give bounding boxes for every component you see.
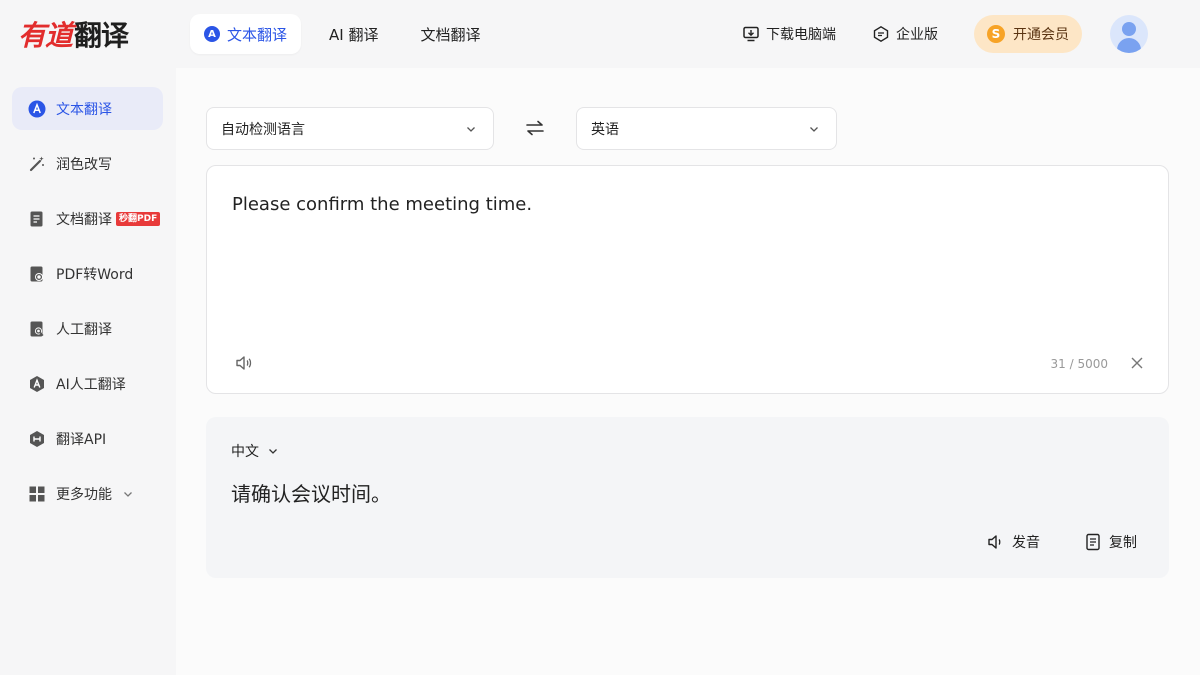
chevron-down-icon [467, 126, 475, 132]
tab-label: 文本翻译 [227, 25, 288, 44]
avatar-body-shape [1117, 38, 1141, 53]
sidebar-item-label: PDF转Word [56, 266, 134, 283]
tab-label: AI 翻译 [329, 25, 379, 44]
download-monitor-icon [743, 26, 759, 42]
vip-coin-icon: S [987, 25, 1005, 43]
source-language-select[interactable]: 自动检测语言 [206, 107, 494, 150]
pronounce-label: 发音 [1012, 535, 1040, 551]
copy-label: 复制 [1109, 535, 1137, 551]
tab-ai-translate[interactable]: AI 翻译 [315, 14, 392, 54]
sidebar-item-doc-translate[interactable]: 文档翻译 秒翻PDF [12, 197, 163, 240]
sidebar-item-label: 人工翻译 [56, 321, 112, 338]
target-language-value: 英语 [591, 121, 619, 138]
character-count: 31 / 5000 [1050, 357, 1108, 371]
speaker-icon[interactable] [235, 354, 253, 372]
tab-text-translate[interactable]: A 文本翻译 [190, 14, 302, 54]
translate-a-icon: A [204, 26, 220, 42]
sidebar-item-translate-api[interactable]: 翻译API [12, 417, 163, 460]
main-content: 自动检测语言 英语 Please confirm the meeting tim… [176, 68, 1200, 675]
youdao-logo[interactable]: 有道 翻译 [18, 14, 129, 54]
sidebar-item-label: 翻译API [56, 431, 107, 448]
sidebar-item-polish[interactable]: 润色改写 [12, 142, 163, 185]
sidebar-item-label: 文档翻译 [56, 211, 112, 228]
speaker-icon [988, 535, 1001, 549]
top-tabs: A 文本翻译 AI 翻译 文档翻译 [190, 14, 509, 54]
chevron-down-icon [269, 449, 277, 454]
chevron-down-icon [810, 126, 818, 132]
logo-brand-part: 有道 [18, 19, 73, 52]
translated-text: 请确认会议时间。 [231, 482, 391, 506]
sidebar-item-human-translate[interactable]: 人工翻译 [12, 307, 163, 350]
source-text-area[interactable]: Please confirm the meeting time. 31 / 50… [206, 165, 1169, 394]
translate-a-icon [28, 100, 46, 117]
copy-button[interactable]: 复制 [1084, 532, 1137, 552]
translation-result-panel: 中文 请确认会议时间。 发音 复制 [206, 417, 1169, 578]
enterprise-label: 企业版 [896, 27, 938, 43]
vip-label: 开通会员 [1013, 27, 1069, 43]
grid-icon [29, 486, 45, 501]
sidebar-item-label: 润色改写 [56, 156, 112, 173]
api-icon [30, 430, 44, 447]
sidebar-item-text-translate[interactable]: 文本翻译 [12, 87, 163, 130]
enterprise-icon [873, 25, 889, 43]
header-actions: 下载电脑端 企业版 S 开通会员 [742, 14, 1148, 54]
top-header: 有道 翻译 A 文本翻译 AI 翻译 文档翻译 下载电脑端 企业版 S 开通会员 [0, 0, 1200, 68]
output-language-value: 中文 [231, 444, 259, 460]
swap-languages-icon[interactable] [524, 117, 546, 139]
close-icon[interactable] [1130, 356, 1144, 370]
sidebar-item-label: AI人工翻译 [56, 376, 126, 393]
sidebar-item-pdf-to-word[interactable]: PDF转Word [12, 252, 163, 295]
pronounce-button[interactable]: 发音 [987, 532, 1040, 552]
target-language-select[interactable]: 英语 [576, 107, 837, 150]
document-icon [30, 211, 43, 226]
avatar-head-shape [1122, 22, 1136, 36]
logo-product-part: 翻译 [74, 19, 129, 52]
ai-translate-icon [30, 375, 44, 392]
output-language-select[interactable]: 中文 [231, 441, 279, 461]
copy-document-icon [1086, 533, 1100, 551]
human-translate-icon [30, 321, 44, 336]
download-desktop-link[interactable]: 下载电脑端 [742, 24, 836, 44]
source-text[interactable]: Please confirm the meeting time. [232, 194, 532, 215]
sidebar-item-label: 更多功能 [56, 486, 112, 503]
magic-wand-icon [29, 156, 44, 171]
download-label: 下载电脑端 [766, 27, 836, 43]
pdf-convert-icon [30, 266, 43, 281]
user-avatar[interactable] [1110, 15, 1148, 53]
sidebar-item-ai-human-translate[interactable]: AI人工翻译 [12, 362, 163, 405]
tab-doc-translate[interactable]: 文档翻译 [406, 14, 494, 54]
enterprise-link[interactable]: 企业版 [872, 24, 938, 44]
open-vip-button[interactable]: S 开通会员 [974, 15, 1082, 53]
sidebar-item-more[interactable]: 更多功能 [12, 472, 163, 515]
sidebar: 文本翻译 润色改写 文档翻译 秒翻PDF PDF转Word 人工翻译 AI人工翻… [0, 68, 176, 675]
chevron-down-icon [124, 491, 132, 497]
tab-label: 文档翻译 [420, 25, 481, 44]
pdf-badge: 秒翻PDF [116, 211, 161, 226]
sidebar-item-label: 文本翻译 [56, 101, 112, 118]
source-language-value: 自动检测语言 [221, 121, 305, 138]
